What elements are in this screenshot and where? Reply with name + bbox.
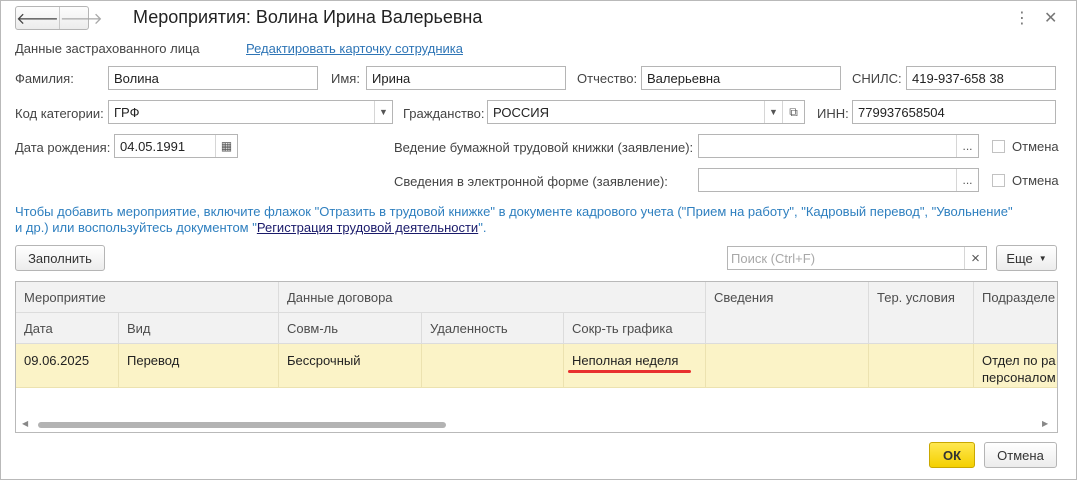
chevron-down-icon[interactable]: ▼: [374, 101, 392, 123]
info-text-line1: Чтобы добавить мероприятие, включите фла…: [15, 204, 1013, 219]
scroll-right-icon[interactable]: ▶: [1042, 419, 1048, 428]
events-table: Мероприятие Данные договора Сведения Тер…: [15, 281, 1058, 433]
open-form-icon[interactable]: ⧉: [782, 101, 804, 123]
header-combination[interactable]: Совм-ль: [279, 313, 422, 344]
more-button[interactable]: Еще ▼: [996, 245, 1057, 271]
inn-field[interactable]: 779937658504: [852, 100, 1056, 124]
electronic-cancel-checkbox[interactable]: [992, 174, 1005, 187]
scroll-left-icon[interactable]: ◀: [22, 419, 28, 428]
cell-remote[interactable]: [422, 344, 564, 388]
patronymic-label: Отчество:: [577, 71, 638, 86]
header-contract-group[interactable]: Данные договора: [279, 282, 706, 313]
navigation-buttons: 🡐 🡒: [15, 6, 103, 30]
fill-button[interactable]: Заполнить: [15, 245, 105, 271]
header-type[interactable]: Вид: [119, 313, 279, 344]
window-title: Мероприятия: Волина Ирина Валерьевна: [133, 7, 483, 27]
inn-label: ИНН:: [817, 106, 849, 121]
snils-label: СНИЛС:: [852, 71, 902, 86]
birthdate-label: Дата рождения:: [15, 140, 111, 155]
header-event-group[interactable]: Мероприятие: [16, 282, 279, 313]
header-department[interactable]: Подразделе: [974, 282, 1057, 344]
search-input[interactable]: Поиск (Ctrl+F) ×: [727, 246, 987, 270]
electronic-form-label: Сведения в электронной форме (заявление)…: [394, 174, 668, 189]
cell-department-line1: Отдел по ра: [982, 353, 1056, 368]
surname-label: Фамилия:: [15, 71, 74, 86]
snils-value: 419-937-658 38: [912, 70, 1004, 86]
edit-employee-card-link[interactable]: Редактировать карточку сотрудника: [246, 41, 463, 56]
search-placeholder: Поиск (Ctrl+F): [731, 250, 816, 266]
name-value: Ирина: [372, 70, 411, 86]
paper-cancel-checkbox[interactable]: [992, 140, 1005, 153]
scrollbar-thumb[interactable]: [38, 422, 446, 428]
cell-schedule-reduction[interactable]: Неполная неделя: [564, 344, 706, 388]
back-arrow-icon[interactable]: 🡐: [16, 7, 59, 29]
highlight-underline: [568, 370, 691, 373]
inn-value: 779937658504: [858, 104, 945, 120]
citizenship-select[interactable]: РОССИЯ ▼ ⧉: [487, 100, 805, 124]
cell-info[interactable]: [706, 344, 869, 388]
name-label: Имя:: [331, 71, 360, 86]
calendar-icon[interactable]: ▦: [215, 135, 237, 157]
header-info[interactable]: Сведения: [706, 282, 869, 344]
birthdate-value: 04.05.1991: [120, 138, 186, 154]
cell-combination[interactable]: Бессрочный: [279, 344, 422, 388]
header-date[interactable]: Дата: [16, 313, 119, 344]
category-value: ГРФ: [114, 104, 140, 120]
more-vertical-icon[interactable]: ⋮: [1014, 8, 1030, 28]
cell-department[interactable]: Отдел по ра персоналом: [974, 344, 1057, 388]
patronymic-field[interactable]: Валерьевна: [641, 66, 841, 90]
electronic-form-field[interactable]: ...: [698, 168, 979, 192]
name-field[interactable]: Ирина: [366, 66, 566, 90]
category-label: Код категории:: [15, 106, 104, 121]
select-button[interactable]: ...: [956, 169, 978, 191]
surname-field[interactable]: Волина: [108, 66, 318, 90]
paper-workbook-label: Ведение бумажной трудовой книжки (заявле…: [394, 140, 694, 155]
chevron-down-icon: ▼: [1038, 253, 1047, 263]
activity-registration-link[interactable]: Регистрация трудовой деятельности: [257, 220, 478, 235]
events-window: 🡐 🡒 Мероприятия: Волина Ирина Валерьевна…: [0, 0, 1077, 480]
horizontal-scrollbar[interactable]: ◀ ▶: [16, 418, 1057, 432]
info-hint-text: Чтобы добавить мероприятие, включите фла…: [15, 204, 1025, 236]
category-select[interactable]: ГРФ ▼: [108, 100, 393, 124]
cell-type[interactable]: Перевод: [119, 344, 279, 388]
paper-cancel-label: Отмена: [1012, 139, 1059, 154]
info-text-line2: и др.) или воспользуйтесь документом ": [15, 220, 257, 235]
cell-date[interactable]: 09.06.2025: [16, 344, 119, 388]
header-territorial-conditions[interactable]: Тер. условия: [869, 282, 974, 344]
chevron-down-icon[interactable]: ▼: [764, 101, 782, 123]
close-icon[interactable]: ✕: [1044, 8, 1057, 28]
clear-icon[interactable]: ×: [964, 247, 986, 269]
patronymic-value: Валерьевна: [647, 70, 721, 86]
select-button[interactable]: ...: [956, 135, 978, 157]
ok-button[interactable]: ОК: [929, 442, 975, 468]
electronic-cancel-label: Отмена: [1012, 173, 1059, 188]
cell-territorial-conditions[interactable]: [869, 344, 974, 388]
snils-field[interactable]: 419-937-658 38: [906, 66, 1056, 90]
paper-workbook-field[interactable]: ...: [698, 134, 979, 158]
more-button-label: Еще: [1006, 250, 1033, 266]
header-schedule-reduction[interactable]: Сокр-ть графика: [564, 313, 706, 344]
surname-value: Волина: [114, 70, 159, 86]
forward-arrow-icon[interactable]: 🡒: [58, 7, 103, 29]
header-remote[interactable]: Удаленность: [422, 313, 564, 344]
citizenship-label: Гражданство:: [403, 106, 485, 121]
cell-department-line2: персоналом: [982, 370, 1056, 385]
cancel-button[interactable]: Отмена: [984, 442, 1057, 468]
insured-person-label: Данные застрахованного лица: [15, 41, 200, 56]
citizenship-value: РОССИЯ: [493, 104, 550, 120]
birthdate-field[interactable]: 04.05.1991 ▦: [114, 134, 238, 158]
info-text-end: ".: [478, 220, 487, 235]
